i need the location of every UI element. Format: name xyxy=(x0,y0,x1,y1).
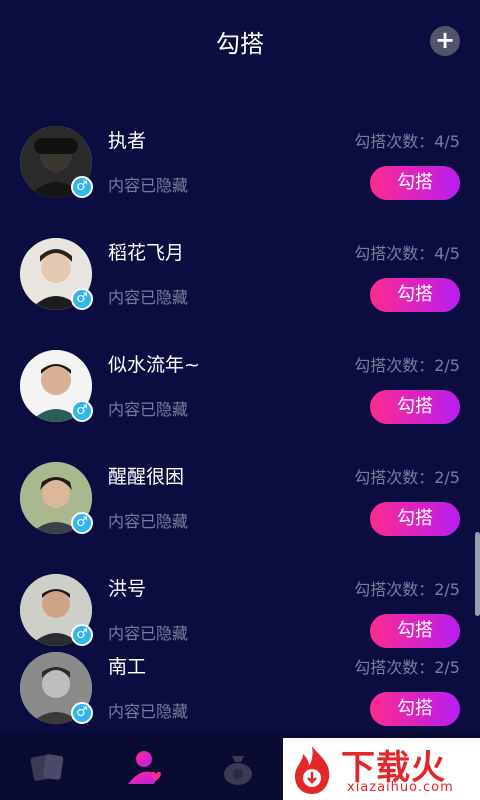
hook-count: 勾搭次数：2/5 xyxy=(354,580,460,599)
hook-button[interactable]: 勾搭 xyxy=(370,692,460,726)
male-gender-icon: ♂ xyxy=(71,512,93,534)
male-gender-icon: ♂ xyxy=(71,624,93,646)
hidden-content-note: 内容已隐藏 xyxy=(108,176,189,195)
hook-button[interactable]: 勾搭 xyxy=(370,390,460,424)
user-name: 执者 xyxy=(108,130,147,152)
user-name: 醒醒很困 xyxy=(108,466,185,488)
add-button[interactable]: + xyxy=(430,26,460,56)
list-item: ♂ 似水流年~ 内容已隐藏 勾搭次数：2/5 勾搭 xyxy=(0,350,480,440)
hook-count: 勾搭次数：2/5 xyxy=(354,468,460,487)
hidden-content-note: 内容已隐藏 xyxy=(108,288,189,307)
scrollbar[interactable] xyxy=(475,532,480,616)
list-item: ♂ 洪号 内容已隐藏 勾搭次数：2/5 勾搭 xyxy=(0,574,480,664)
hook-count: 勾搭次数：2/5 xyxy=(354,658,460,677)
flame-icon xyxy=(295,746,330,794)
male-gender-icon: ♂ xyxy=(71,288,93,310)
hidden-content-note: 内容已隐藏 xyxy=(108,624,189,643)
hook-button[interactable]: 勾搭 xyxy=(370,278,460,312)
cards-icon xyxy=(30,754,64,781)
user-name: 稻花飞月 xyxy=(108,242,185,264)
watermark-url: xiazaihuo.com xyxy=(347,780,454,795)
tab-hook[interactable] xyxy=(124,746,168,790)
watermark-logo: 下载火 xiazaihuo.com xyxy=(283,738,480,800)
user-name: 洪号 xyxy=(108,578,147,600)
user-heart-icon xyxy=(128,751,161,784)
male-gender-icon: ♂ xyxy=(71,400,93,422)
hidden-content-note: 内容已隐藏 xyxy=(108,512,189,531)
hidden-content-note: 内容已隐藏 xyxy=(108,702,189,721)
money-bag-icon xyxy=(224,756,252,785)
hook-count: 勾搭次数：4/5 xyxy=(354,132,460,151)
list-item: ♂ 南工 内容已隐藏 勾搭次数：2/5 勾搭 xyxy=(0,652,480,742)
app-header: 勾搭 + xyxy=(0,0,480,80)
list-item: ♂ 执者 内容已隐藏 勾搭次数：4/5 勾搭 xyxy=(0,126,480,216)
tab-cards[interactable] xyxy=(26,746,70,790)
hook-count: 勾搭次数：2/5 xyxy=(354,356,460,375)
tab-money[interactable] xyxy=(216,746,260,790)
male-gender-icon: ♂ xyxy=(71,702,93,724)
user-name: 似水流年~ xyxy=(108,354,200,376)
page-title: 勾搭 xyxy=(216,30,264,58)
user-name: 南工 xyxy=(108,656,147,678)
list-item: ♂ 醒醒很困 内容已隐藏 勾搭次数：2/5 勾搭 xyxy=(0,462,480,552)
male-gender-icon: ♂ xyxy=(71,176,93,198)
hook-button[interactable]: 勾搭 xyxy=(370,166,460,200)
hook-button[interactable]: 勾搭 xyxy=(370,614,460,648)
hidden-content-note: 内容已隐藏 xyxy=(108,400,189,419)
hook-button[interactable]: 勾搭 xyxy=(370,502,460,536)
hook-count: 勾搭次数：4/5 xyxy=(354,244,460,263)
list-item: ♂ 稻花飞月 内容已隐藏 勾搭次数：4/5 勾搭 xyxy=(0,238,480,328)
